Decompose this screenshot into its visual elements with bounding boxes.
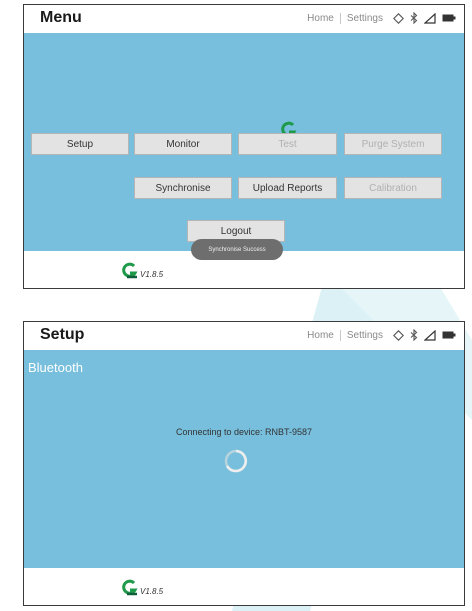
setup-button[interactable]: Setup xyxy=(31,133,129,155)
nav-settings-link[interactable]: Settings xyxy=(343,330,387,341)
monitor-button[interactable]: Monitor xyxy=(134,133,232,155)
nav-divider xyxy=(339,329,341,341)
nav-home-link[interactable]: Home xyxy=(303,330,338,341)
purge-system-button[interactable]: Purge System xyxy=(344,133,442,155)
top-bar: Menu Home Settings xyxy=(24,5,464,33)
page-title: Menu xyxy=(40,9,82,26)
nav-home-link[interactable]: Home xyxy=(303,13,338,24)
page-title: Setup xyxy=(40,326,85,343)
footer: V1.8.5 xyxy=(24,568,464,605)
setup-screen: Setup Home Settings Bluetooth Connecting… xyxy=(23,321,465,606)
bluetooth-icon xyxy=(410,12,418,24)
top-nav: Home Settings xyxy=(303,329,456,341)
footer-brand: V1.8.5 xyxy=(121,262,163,280)
test-button[interactable]: Test xyxy=(238,133,337,155)
synchronise-button[interactable]: Synchronise xyxy=(134,177,232,199)
connection-status: Connecting to device: RNBT-9587 xyxy=(175,427,313,437)
bluetooth-icon xyxy=(410,329,418,341)
content-panel: Setup Monitor Test Purge System Synchron… xyxy=(24,33,464,251)
toast-message: Synchronise Success xyxy=(191,239,283,260)
footer-brand: V1.8.5 xyxy=(121,579,163,597)
signal-icon xyxy=(424,12,436,24)
calibration-button[interactable]: Calibration xyxy=(344,177,442,199)
loading-spinner-icon xyxy=(223,448,249,479)
location-icon xyxy=(393,12,404,24)
content-panel: Bluetooth Connecting to device: RNBT-958… xyxy=(24,350,464,568)
nav-divider xyxy=(339,12,341,24)
section-title: Bluetooth xyxy=(28,360,83,375)
top-nav: Home Settings xyxy=(303,12,456,24)
app-logo-icon xyxy=(122,579,138,596)
signal-icon xyxy=(424,329,436,341)
nav-settings-link[interactable]: Settings xyxy=(343,13,387,24)
battery-icon xyxy=(442,14,456,22)
version-label: V1.8.5 xyxy=(140,270,164,279)
upload-reports-button[interactable]: Upload Reports xyxy=(238,177,337,199)
version-label: V1.8.5 xyxy=(140,587,164,596)
battery-icon xyxy=(442,331,456,339)
menu-screen: Menu Home Settings Setup Monitor Test Pu… xyxy=(23,4,465,289)
location-icon xyxy=(393,329,404,341)
top-bar: Setup Home Settings xyxy=(24,322,464,350)
app-logo-icon xyxy=(122,262,138,279)
